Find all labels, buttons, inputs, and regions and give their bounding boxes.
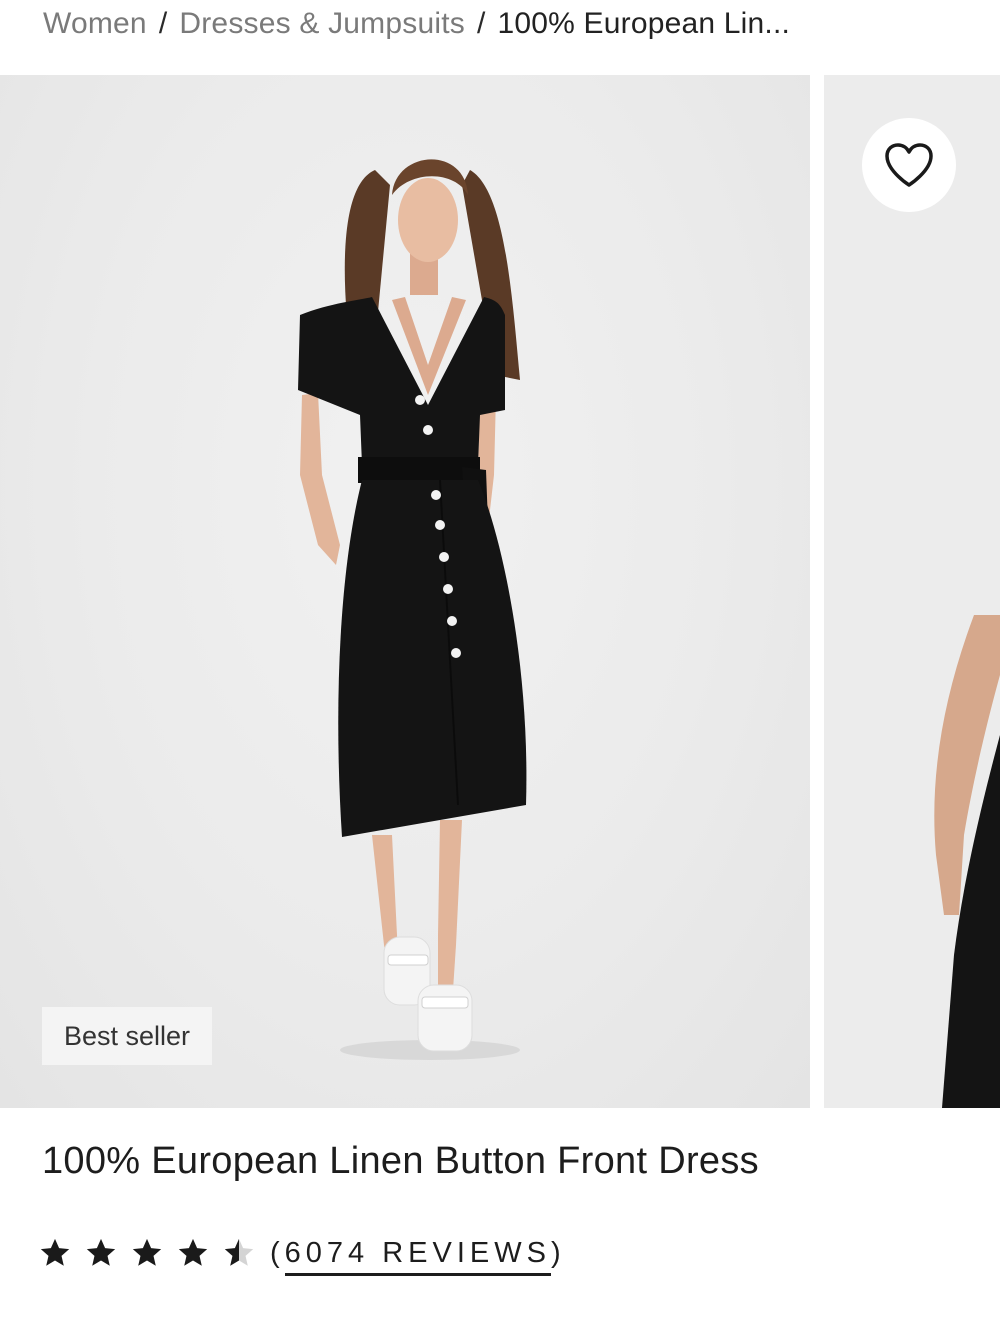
star-filled-icon (178, 1238, 208, 1266)
breadcrumb-separator: / (158, 7, 168, 40)
star-filled-icon (86, 1238, 116, 1266)
heart-icon (885, 143, 933, 187)
reviews-link[interactable]: (6074 REVIEWS) (270, 1236, 566, 1276)
reviews-close-paren: ) (551, 1236, 566, 1269)
breadcrumb: Women / Dresses & Jumpsuits / 100% Europ… (43, 0, 790, 48)
product-image-gallery[interactable] (0, 75, 1000, 1108)
star-filled-icon (132, 1238, 162, 1266)
star-filled-icon (40, 1238, 70, 1266)
product-image-secondary[interactable] (824, 75, 1000, 1108)
model-in-black-dress-illustration (298, 159, 527, 1060)
star-rating (38, 1236, 268, 1270)
dress-detail-illustration (934, 615, 1000, 1108)
product-image-main[interactable] (0, 75, 810, 1108)
reviews-count: 6074 REVIEWS (284, 1236, 551, 1276)
breadcrumb-current: 100% European Lin... (497, 7, 791, 40)
breadcrumb-separator: / (476, 7, 486, 40)
product-rating: (6074 REVIEWS) (38, 1228, 566, 1278)
wishlist-button[interactable] (862, 118, 956, 212)
star-half-icon (224, 1238, 254, 1266)
breadcrumb-link-dresses-jumpsuits[interactable]: Dresses & Jumpsuits (179, 7, 465, 41)
breadcrumb-link-women[interactable]: Women (43, 7, 147, 41)
product-title: 100% European Linen Button Front Dress (42, 1140, 759, 1182)
badge-label: Best seller (64, 1020, 191, 1051)
best-seller-badge: Best seller (42, 1007, 213, 1065)
reviews-open-paren: ( (270, 1236, 285, 1269)
